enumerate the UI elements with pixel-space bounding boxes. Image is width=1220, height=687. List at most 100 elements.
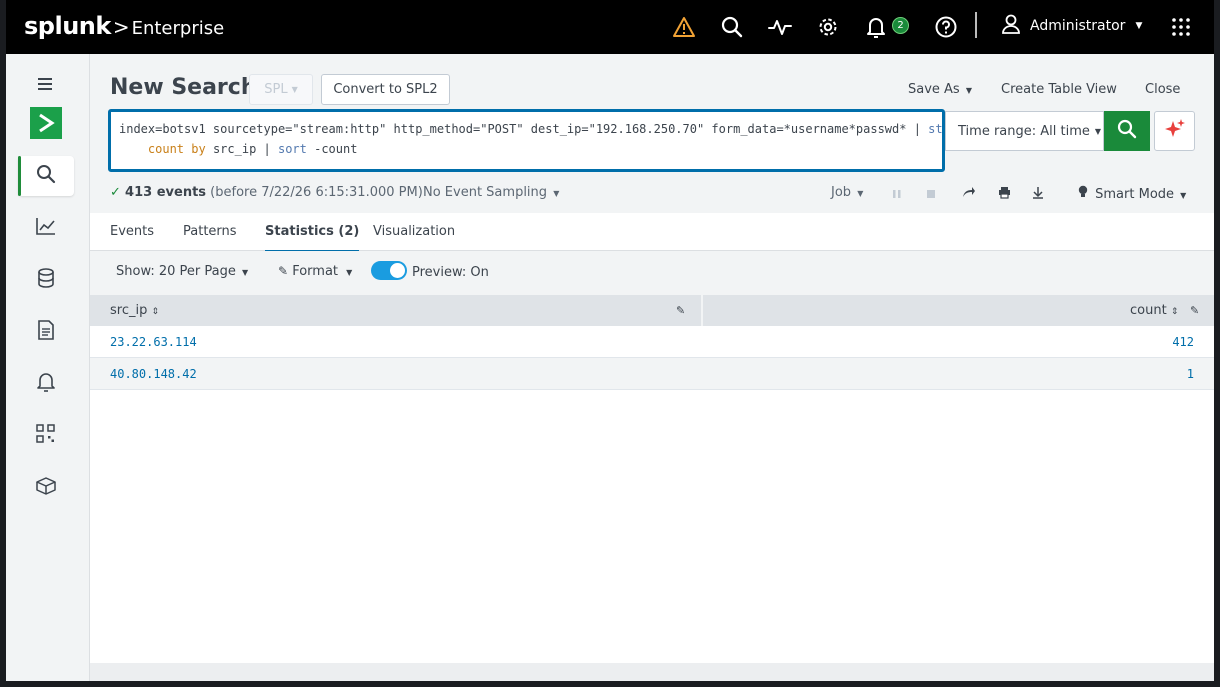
table-row: 23.22.63.114 412	[90, 326, 1214, 358]
column-header-count[interactable]: count ⇕	[1130, 303, 1178, 318]
lightbulb-icon	[1078, 185, 1092, 202]
sidebar-item-alerts[interactable]	[18, 364, 74, 404]
pause-icon[interactable]	[892, 188, 902, 203]
cell-count[interactable]: 412	[1172, 335, 1194, 349]
query-function-count: count	[147, 142, 185, 156]
edit-column-count-icon[interactable]: ✎	[1190, 304, 1199, 317]
preview-label: Preview: On	[412, 265, 489, 280]
convert-to-spl2-button[interactable]: Convert to SPL2	[321, 74, 450, 105]
main-content: New Search SPL ▼ Convert to SPL2 Save As…	[90, 54, 1214, 681]
sort-icon: ⇕	[1170, 307, 1179, 317]
event-sampling-dropdown[interactable]: No Event Sampling ▼	[423, 185, 559, 200]
tab-visualization[interactable]: Visualization	[373, 224, 455, 239]
search-mode-dropdown[interactable]: Smart Mode ▼	[1078, 185, 1186, 202]
sidebar-item-dashboards[interactable]	[18, 208, 74, 248]
chevron-down-icon: ▼	[346, 268, 353, 277]
chevron-down-icon: ▼	[291, 85, 298, 94]
help-icon[interactable]	[933, 14, 959, 40]
page-title: New Search	[110, 75, 257, 100]
sparkle-icon	[1164, 118, 1186, 144]
search-query-input[interactable]: index=botsv1 sourcetype="stream:http" ht…	[108, 109, 945, 172]
query-command-sort: sort	[277, 142, 307, 156]
sort-icon: ⇕	[151, 307, 160, 317]
column-label: count	[1130, 303, 1167, 318]
user-menu[interactable]: Administrator ▼	[1002, 14, 1142, 38]
apps-grid-icon[interactable]	[1168, 14, 1194, 40]
events-detail: (before 7/22/26 6:15:31.000 PM)	[210, 185, 423, 200]
per-page-dropdown[interactable]: Show: 20 Per Page ▼	[116, 264, 248, 279]
search-status: ✓ 413 events (before 7/22/26 6:15:31.000…	[110, 185, 423, 200]
results-options-bar: Show: 20 Per Page ▼ ✎ Format ▼ Preview: …	[90, 251, 1214, 295]
search-icon[interactable]	[719, 14, 745, 40]
download-icon[interactable]	[1032, 186, 1044, 203]
table-row: 40.80.148.42 1	[90, 358, 1214, 390]
top-navigation-bar: splunk > Enterprise 2 Administrator ▼	[6, 0, 1214, 54]
format-label: Format	[292, 264, 339, 279]
brand-name: splunk	[24, 12, 111, 40]
apps-icon	[36, 424, 56, 448]
splunk-logo[interactable]: splunk > Enterprise	[24, 12, 224, 40]
close-link[interactable]: Close	[1145, 82, 1180, 97]
sidebar-item-apps[interactable]	[18, 416, 74, 456]
sidebar-item-search[interactable]	[18, 156, 74, 196]
column-label: src_ip	[110, 303, 148, 318]
bottom-strip	[90, 663, 1214, 681]
gear-icon[interactable]	[815, 14, 841, 40]
user-icon	[1002, 14, 1020, 38]
time-range-picker[interactable]: Time range: All time ▼	[945, 111, 1104, 151]
format-dropdown[interactable]: ✎ Format ▼	[278, 264, 352, 279]
job-menu[interactable]: Job ▼	[831, 185, 863, 200]
spl-dropdown[interactable]: SPL ▼	[249, 74, 313, 105]
chevron-down-icon: ▼	[1094, 126, 1102, 136]
search-mode-label: Smart Mode	[1095, 187, 1175, 202]
ai-assistant-button[interactable]	[1154, 111, 1195, 151]
save-as-menu[interactable]: Save As ▼	[908, 82, 972, 97]
line-chart-icon	[36, 217, 56, 239]
brand-separator: >	[112, 15, 130, 39]
chevron-down-icon: ▼	[857, 189, 864, 198]
bell-icon[interactable]	[863, 14, 889, 40]
sidebar	[6, 54, 90, 681]
share-icon[interactable]	[962, 186, 976, 202]
sampling-label: No Event Sampling	[423, 185, 548, 200]
save-as-label: Save As	[908, 82, 960, 97]
activity-icon[interactable]	[767, 14, 793, 40]
run-search-button[interactable]	[1104, 111, 1150, 151]
create-table-view-link[interactable]: Create Table View	[1001, 82, 1117, 97]
column-separator[interactable]	[701, 295, 703, 326]
sidebar-item-reports[interactable]	[18, 312, 74, 352]
tab-events[interactable]: Events	[110, 224, 154, 239]
cell-count[interactable]: 1	[1187, 367, 1194, 381]
notification-count-badge[interactable]: 2	[892, 17, 909, 34]
bell-icon	[37, 372, 55, 396]
cell-src-ip[interactable]: 40.80.148.42	[110, 367, 197, 381]
tab-statistics[interactable]: Statistics (2)	[265, 224, 360, 252]
search-app-logo-icon[interactable]	[30, 107, 62, 139]
preview-toggle[interactable]	[371, 261, 407, 280]
warning-icon[interactable]	[671, 14, 697, 40]
tab-patterns[interactable]: Patterns	[183, 224, 237, 239]
cell-src-ip[interactable]: 23.22.63.114	[110, 335, 197, 349]
topbar-divider	[975, 12, 977, 38]
query-keyword-by: by	[191, 142, 206, 156]
edit-column-src-ip-icon[interactable]: ✎	[676, 304, 685, 317]
column-header-src-ip[interactable]: src_ip ⇕	[110, 303, 159, 318]
stop-icon[interactable]	[926, 188, 936, 203]
chevron-down-icon: ▼	[1180, 191, 1187, 200]
chevron-down-icon: ▼	[242, 268, 249, 277]
hamburger-menu-icon[interactable]	[18, 64, 74, 104]
pencil-icon: ✎	[278, 264, 289, 278]
chevron-down-icon: ▼	[553, 189, 560, 198]
search-icon	[1117, 119, 1137, 143]
spl-label: SPL	[264, 82, 288, 97]
events-count[interactable]: 413 events	[125, 185, 206, 200]
print-icon[interactable]	[998, 186, 1011, 203]
query-text: index=botsv1 sourcetype="stream:http" ht…	[119, 122, 929, 136]
table-header: src_ip ⇕ ✎ count ⇕ ✎	[90, 295, 1214, 326]
query-sort-arg: -count	[306, 142, 358, 156]
user-name: Administrator	[1030, 18, 1126, 34]
statistics-table: src_ip ⇕ ✎ count ⇕ ✎ 23.22.63.114 412 40…	[90, 295, 1214, 663]
sidebar-item-datasets[interactable]	[18, 260, 74, 300]
sidebar-item-packages[interactable]	[18, 468, 74, 508]
database-icon	[37, 268, 55, 292]
